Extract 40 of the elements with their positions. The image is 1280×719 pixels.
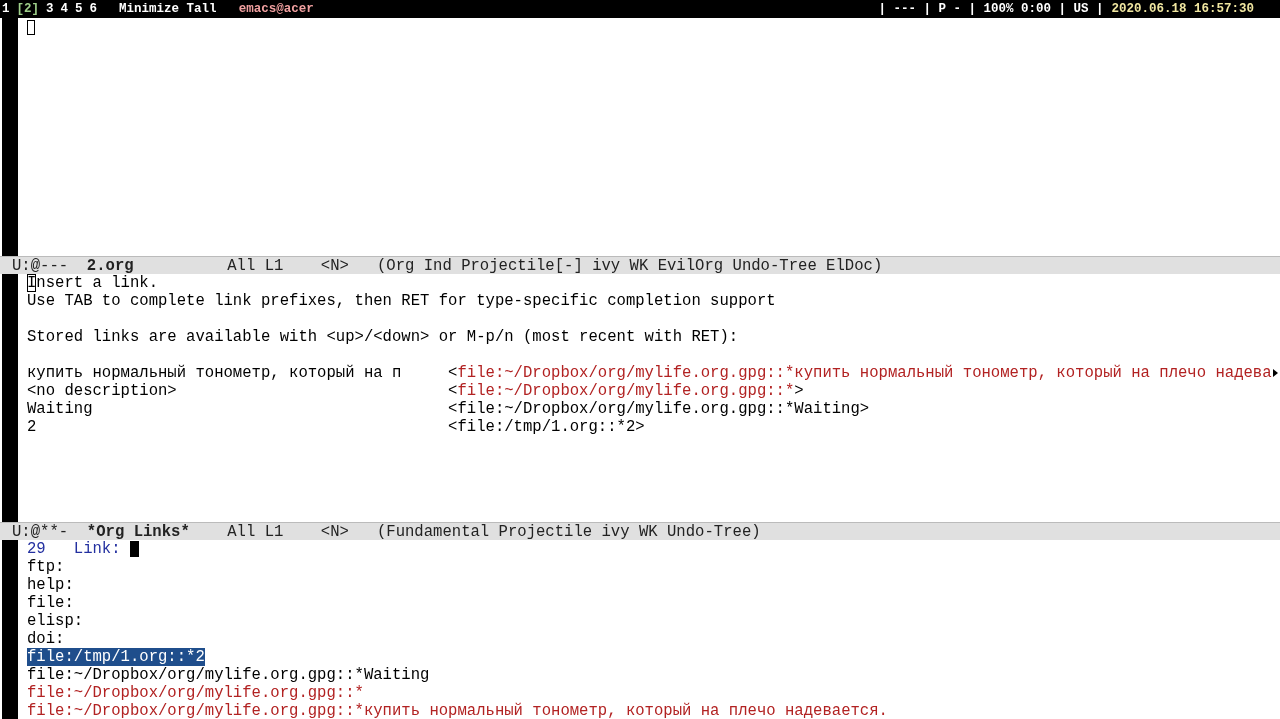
completion-candidate[interactable]: ftp: (27, 558, 65, 576)
completion-candidate[interactable]: elisp: (27, 612, 84, 630)
window-title: emacs@acer (238, 2, 314, 16)
link-description: 2 (27, 418, 38, 436)
text-cursor (27, 19, 35, 35)
evil-state: <N> (320, 257, 350, 275)
buffer-state: U:@**- (12, 523, 70, 541)
workspace-label[interactable]: 3 (46, 2, 54, 16)
layout-name: Minimize Tall (119, 2, 217, 16)
mode-list: (Fundamental Projectile ivy WK Undo-Tree) (376, 523, 1280, 541)
prompt-label: Link: (73, 540, 121, 558)
status-text: | --- | P - | 100% 0:00 | US | (878, 2, 1104, 16)
workspace-label[interactable]: 6 (89, 2, 98, 16)
completion-candidate[interactable]: file: (27, 594, 74, 612)
link-description: Waiting (27, 400, 94, 418)
workspace-label[interactable]: 1 (2, 2, 10, 16)
buffer-name: *Org Links* (86, 523, 191, 541)
text-line: Insert a link. (27, 274, 158, 292)
buffer-state: U:@--- (12, 257, 70, 275)
workspace-label[interactable]: 5 (75, 2, 83, 16)
text-line: Use TAB to complete link prefixes, then RET for type-specific completion support (27, 292, 776, 310)
completion-candidate[interactable]: file:~/Dropbox/org/mylife.org.gpg::* (27, 684, 364, 702)
workspace-label[interactable]: [2] (16, 2, 40, 16)
mode-list: (Org Ind Projectile[-] ivy WK EvilOrg Undo-Tree ElDoc) (376, 257, 1280, 275)
evil-state: <N> (320, 523, 350, 541)
cursor-position: All L1 (227, 523, 285, 541)
completion-candidate[interactable]: file:/tmp/1.org::*2 (27, 648, 205, 666)
candidate-count: 29 (27, 540, 47, 558)
buffer-name: 2.org (86, 257, 135, 275)
completion-candidate[interactable]: file:~/Dropbox/org/mylife.org.gpg::*Waiting (27, 666, 430, 684)
cursor-position: All L1 (227, 257, 285, 275)
completion-candidate[interactable]: file:~/Dropbox/org/mylife.org.gpg::*купить нормальный тонометр, который на плечо надевается. (27, 702, 888, 719)
text-cursor (129, 541, 139, 557)
clock: 2020.06.18 16:57:30 (1111, 2, 1254, 16)
text-line: Stored links are available with <up>/<down> or M-p/n (most recent with RET): (27, 328, 739, 346)
completion-candidate[interactable]: help: (27, 576, 74, 594)
workspace-label[interactable]: 4 (60, 2, 69, 16)
link-description: купить нормальный тонометр, который на п (27, 364, 403, 382)
link-description: <no description> (27, 382, 178, 400)
completion-candidate[interactable]: doi: (27, 630, 65, 648)
